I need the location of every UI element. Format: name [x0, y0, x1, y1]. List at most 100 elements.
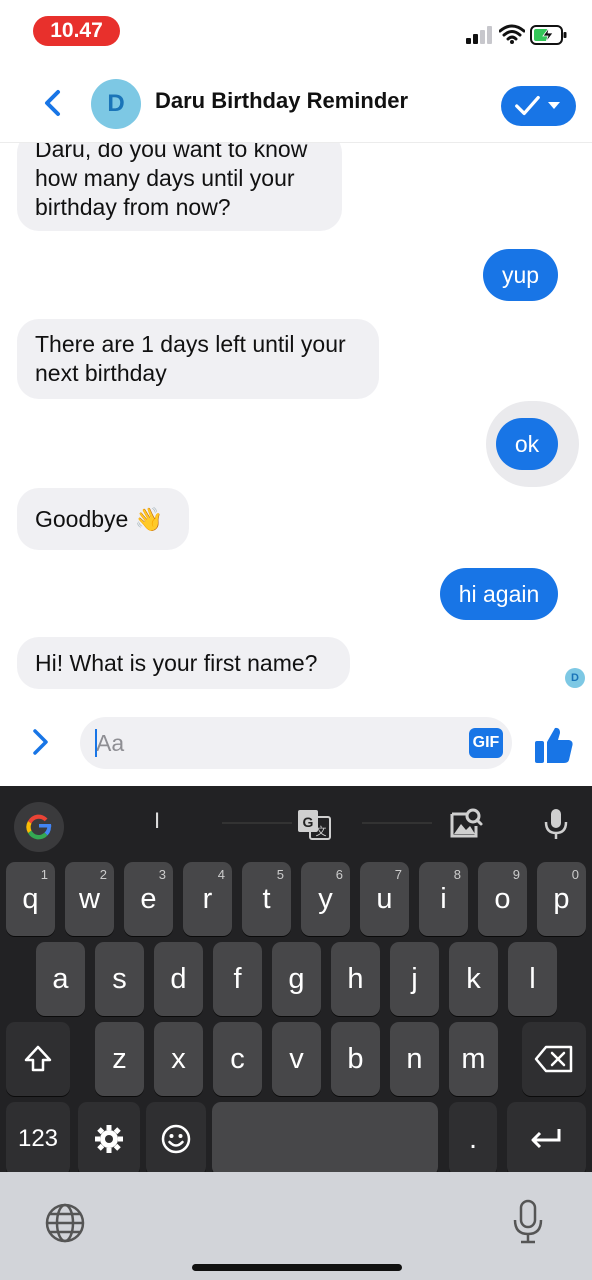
key-f[interactable]: f	[213, 942, 262, 1016]
message-input-container[interactable]: GIF	[80, 717, 512, 769]
contact-avatar[interactable]: D	[91, 79, 141, 129]
status-bar: 10.47	[0, 0, 592, 62]
key-label: t	[262, 883, 271, 915]
keyboard: I G 文 q1w2e3r4t5y6u7i8o9p0 asdfghjkl z x…	[0, 786, 592, 1176]
message-input[interactable]	[96, 727, 456, 759]
backspace-icon	[534, 1045, 573, 1073]
word-suggestion[interactable]: I	[154, 808, 160, 834]
shift-arrow-icon	[24, 1045, 52, 1072]
gear-icon	[95, 1125, 123, 1153]
text-caret	[95, 729, 97, 757]
message-bubble-sent[interactable]: yup	[483, 249, 558, 301]
message-bubble-received[interactable]: Daru, do you want to know how many days …	[17, 143, 342, 231]
key-m[interactable]: m	[449, 1022, 498, 1096]
key-hint: 0	[571, 867, 579, 882]
key-label: i	[440, 883, 447, 915]
key-r[interactable]: r4	[183, 862, 232, 936]
key-x[interactable]: x	[154, 1022, 203, 1096]
checkmark-icon	[515, 95, 540, 116]
key-p[interactable]: p0	[537, 862, 586, 936]
verified-menu-button[interactable]	[501, 86, 576, 126]
conversation-title[interactable]: Daru Birthday Reminder	[155, 88, 408, 114]
key-label: w	[79, 883, 100, 915]
key-hint: 5	[276, 867, 284, 882]
message-list[interactable]: Daru, do you want to know how many days …	[0, 143, 592, 703]
key-hint: 2	[99, 867, 107, 882]
key-a[interactable]: a	[36, 942, 85, 1016]
google-g-icon[interactable]	[14, 802, 64, 852]
key-b[interactable]: b	[331, 1022, 380, 1096]
home-indicator[interactable]	[192, 1264, 402, 1271]
key-hint: 4	[217, 867, 225, 882]
key-hint: 7	[394, 867, 402, 882]
dictation-mic-icon[interactable]	[510, 1198, 546, 1246]
microphone-icon[interactable]	[538, 806, 574, 842]
key-q[interactable]: q1	[6, 862, 55, 936]
key-label: q	[22, 883, 39, 915]
key-label: p	[553, 883, 570, 915]
message-bubble-received[interactable]: There are 1 days left until your next bi…	[17, 319, 379, 399]
key-o[interactable]: o9	[478, 862, 527, 936]
period-key[interactable]: .	[449, 1102, 497, 1176]
key-label: u	[376, 883, 393, 915]
key-hint: 8	[453, 867, 461, 882]
key-i[interactable]: i8	[419, 862, 468, 936]
key-z[interactable]: z	[95, 1022, 144, 1096]
key-label: e	[140, 883, 157, 915]
svg-text:文: 文	[316, 824, 327, 838]
key-e[interactable]: e3	[124, 862, 173, 936]
key-j[interactable]: j	[390, 942, 439, 1016]
key-n[interactable]: n	[390, 1022, 439, 1096]
battery-charging-icon	[530, 25, 567, 45]
keyboard-toolbar: I G 文	[0, 786, 592, 862]
key-s[interactable]: s	[95, 942, 144, 1016]
message-bubble-sent[interactable]: ok	[496, 418, 558, 470]
message-composer: GIF	[0, 705, 592, 785]
toolbar-divider	[362, 822, 432, 824]
key-hint: 1	[40, 867, 48, 882]
key-label: y	[318, 883, 333, 915]
message-bubble-received[interactable]: Hi! What is your first name?	[17, 637, 350, 689]
gif-button[interactable]: GIF	[469, 728, 503, 758]
emoji-key[interactable]	[146, 1102, 206, 1176]
chevron-down-icon	[548, 102, 560, 109]
translate-icon[interactable]: G 文	[296, 806, 332, 842]
chat-header: D Daru Birthday Reminder	[0, 62, 592, 143]
globe-icon[interactable]	[44, 1202, 86, 1244]
key-u[interactable]: u7	[360, 862, 409, 936]
key-t[interactable]: t5	[242, 862, 291, 936]
google-logo-icon	[26, 814, 52, 840]
key-y[interactable]: y6	[301, 862, 350, 936]
key-v[interactable]: v	[272, 1022, 321, 1096]
return-key[interactable]	[507, 1102, 586, 1176]
smiley-icon	[161, 1124, 191, 1154]
key-l[interactable]: l	[508, 942, 557, 1016]
space-key[interactable]	[212, 1102, 438, 1176]
key-h[interactable]: h	[331, 942, 380, 1016]
key-k[interactable]: k	[449, 942, 498, 1016]
backspace-key[interactable]	[522, 1022, 586, 1096]
back-arrow-icon[interactable]	[36, 86, 70, 120]
keyboard-bottom-bar	[0, 1172, 592, 1280]
wifi-icon	[499, 24, 525, 44]
key-w[interactable]: w2	[65, 862, 114, 936]
status-time: 10.47	[33, 16, 120, 46]
settings-key[interactable]	[78, 1102, 140, 1176]
key-c[interactable]: c	[213, 1022, 262, 1096]
svg-text:G: G	[303, 814, 314, 830]
key-hint: 6	[335, 867, 343, 882]
seen-avatar: D	[565, 668, 585, 688]
image-search-icon[interactable]	[448, 806, 484, 842]
message-bubble-received[interactable]: Goodbye 👋	[17, 488, 189, 550]
return-arrow-icon	[531, 1129, 561, 1149]
shift-key[interactable]	[6, 1022, 70, 1096]
toolbar-divider	[222, 822, 292, 824]
numbers-key[interactable]: 123	[6, 1102, 70, 1176]
key-label: r	[202, 883, 213, 915]
key-g[interactable]: g	[272, 942, 321, 1016]
cellular-signal-icon	[466, 26, 494, 44]
thumbs-up-icon[interactable]	[532, 723, 576, 767]
message-bubble-sent[interactable]: hi again	[440, 568, 558, 620]
chevron-right-icon[interactable]	[26, 725, 56, 759]
key-d[interactable]: d	[154, 942, 203, 1016]
